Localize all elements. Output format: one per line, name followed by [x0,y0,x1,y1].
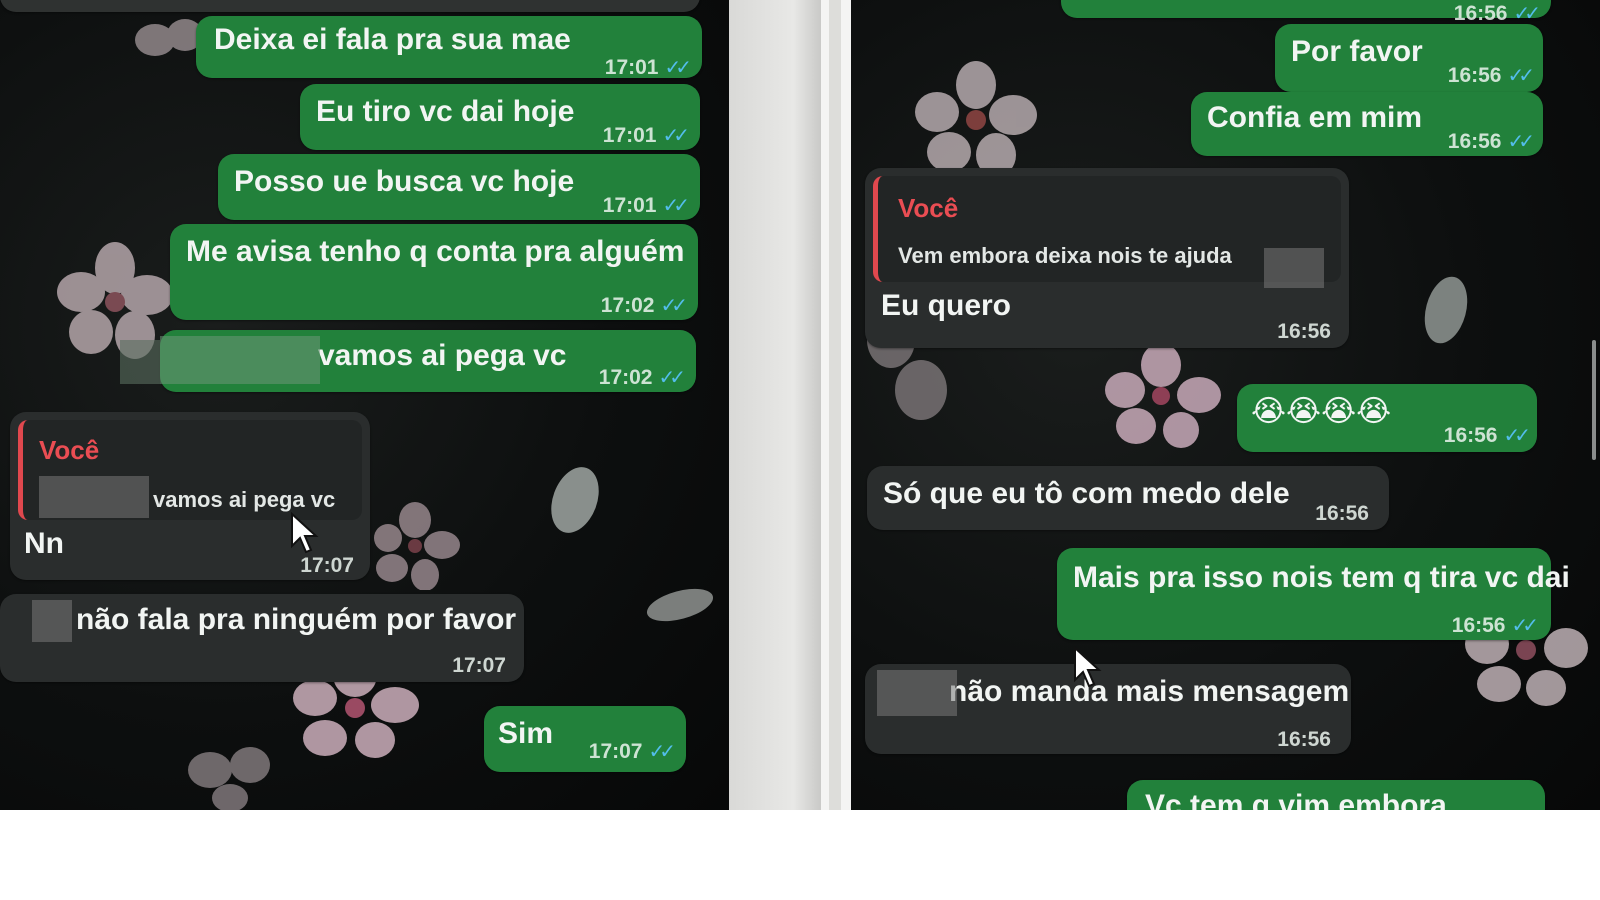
cherry-blossom-icon [1105,343,1221,448]
message-text: não manda mais mensagem [949,675,1350,708]
scrollbar[interactable] [1592,340,1596,460]
message-meta: 17:01 ✓✓ [604,50,692,86]
message-text: Vc tem q vim embora [1145,789,1447,810]
petal-decoration [551,467,599,533]
message-bubble-outgoing: Posso ue busca vc hoje 17:01 ✓✓ [218,154,700,220]
message-text: Nn [24,527,64,560]
redacted-area [39,476,149,518]
reply-author: Você [39,435,100,465]
message-time: 16:56 [1315,502,1369,525]
message-time: 17:07 [452,654,506,677]
message-bubble-outgoing: Sim 17:07 ✓✓ [484,706,686,772]
message-bubble-outgoing: Confia em mim 16:56 ✓✓ [1191,92,1543,156]
message-time: 17:07 [588,740,643,763]
double-check-icon: ✓✓ [664,57,691,79]
message-text: vamos ai pega vc [318,339,567,372]
message-time: 16:56 [1447,64,1502,87]
message-text: não fala pra ninguém por favor [76,603,517,636]
message-time: 16:56 [1447,130,1502,153]
message-time: 16:56 [1443,424,1498,447]
message-time: 17:02 [598,366,653,389]
reply-quote-text: Vem embora deixa nois te ajuda [898,243,1232,268]
message-text: Me avisa tenho q conta pra alguém [186,235,685,268]
redacted-area [120,340,160,384]
message-bubble-incoming: Só que eu tô com medo dele 16:56 [867,466,1389,530]
message-meta: 16:56 ✓✓ [1447,58,1535,94]
message-text: Eu quero [881,289,1012,322]
message-bubble-outgoing: Deixa ei fala pra sua mae 17:01 ✓✓ [196,16,702,79]
message-meta: 16:56 [1315,496,1369,532]
message-time: 17:01 [604,56,659,79]
double-check-icon: ✓✓ [660,295,687,317]
message-text: Mais pra isso nois tem q tira vc dai [1073,561,1570,594]
double-check-icon: ✓✓ [1507,131,1534,153]
message-meta: 16:56 ✓✓ [1443,418,1531,454]
cherry-blossom-icon [188,747,270,810]
message-bubble-outgoing: Eu tiro vc dai hoje 17:01 ✓✓ [300,84,700,150]
message-text: Só que eu tô com medo dele [883,477,1290,510]
mouse-cursor-icon [1074,646,1102,688]
petal-decoration [646,588,714,622]
message-bubble-outgoing: Mais pra isso nois tem q tira vc dai 16:… [1057,548,1570,640]
message-bubble-outgoing-partial: Vc tem q vim embora [1127,780,1545,810]
message-text: Eu tiro vc dai hoje [316,95,575,128]
cherry-blossom-icon [915,61,1037,177]
message-bubble-outgoing: Por favor 16:56 ✓✓ [1275,24,1543,92]
message-text: Por favor [1291,35,1423,68]
message-time: 16:56 [1451,614,1506,637]
message-bubble-partial [0,0,700,12]
screenshot-divider [729,0,821,810]
message-time: 17:01 [602,194,657,217]
message-bubble-outgoing: Me avisa tenho q conta pra alguém 17:02 ✓… [170,224,698,320]
message-time: 16:56 [1277,728,1331,751]
message-meta: 17:07 ✓✓ [588,734,676,770]
message-bubble-incoming: Você Vem embora deixa nois te ajuda Eu q… [865,168,1349,348]
message-text: 😭😭😭😭 [1251,395,1392,428]
chat-screenshot-right: 16:56 ✓✓ Por favor 16:56 ✓✓ Confia em mim … [851,0,1600,810]
message-meta: 17:01 ✓✓ [602,118,690,154]
message-meta: 16:56 ✓✓ [1447,124,1535,160]
cherry-blossom-icon [374,502,460,590]
message-text: Confia em mim [1207,101,1423,134]
reply-quote: Você Vem embora deixa nois te ajuda [873,176,1341,288]
message-time: 16:56 [1277,320,1331,343]
mouse-cursor-icon [291,512,319,554]
message-bubble-incoming: não fala pra ninguém por favor 17:07 [0,594,524,682]
message-meta: 17:01 ✓✓ [602,188,690,224]
double-check-icon: ✓✓ [1503,425,1530,447]
double-check-icon: ✓✓ [648,741,675,763]
double-check-icon: ✓✓ [662,195,689,217]
double-check-icon: ✓✓ [1507,65,1534,87]
redacted-area [877,670,957,716]
double-check-icon: ✓✓ [658,367,685,389]
message-meta: 17:02 ✓✓ [598,360,686,396]
message-bubble-outgoing-partial: 16:56 ✓✓ [1061,0,1551,25]
reply-author: Você [898,193,959,223]
message-meta: 16:56 [1277,722,1331,758]
chat-screenshot-left: Deixa ei fala pra sua mae 17:01 ✓✓ Eu tir… [0,0,729,810]
message-meta: 17:07 [452,648,506,684]
message-text: Deixa ei fala pra sua mae [214,23,571,56]
message-meta: 16:56 ✓✓ [1451,608,1539,644]
double-check-icon: ✓✓ [662,125,689,147]
message-text: Sim [498,717,554,750]
message-time: 17:01 [602,124,657,147]
reply-quote: Você vamos ai pega vc [18,420,362,520]
petal-decoration [1424,276,1468,344]
redacted-area [160,336,320,384]
screenshot-divider [821,0,851,810]
redacted-area [1264,248,1324,288]
redacted-area [32,600,72,642]
message-text: Posso ue busca vc hoje [234,165,575,198]
message-meta: 17:02 ✓✓ [600,288,688,324]
double-check-icon: ✓✓ [1511,615,1538,637]
message-time: 17:02 [600,294,655,317]
message-meta: 16:56 [1277,314,1331,350]
message-bubble-outgoing: 😭😭😭😭 16:56 ✓✓ [1237,384,1537,452]
